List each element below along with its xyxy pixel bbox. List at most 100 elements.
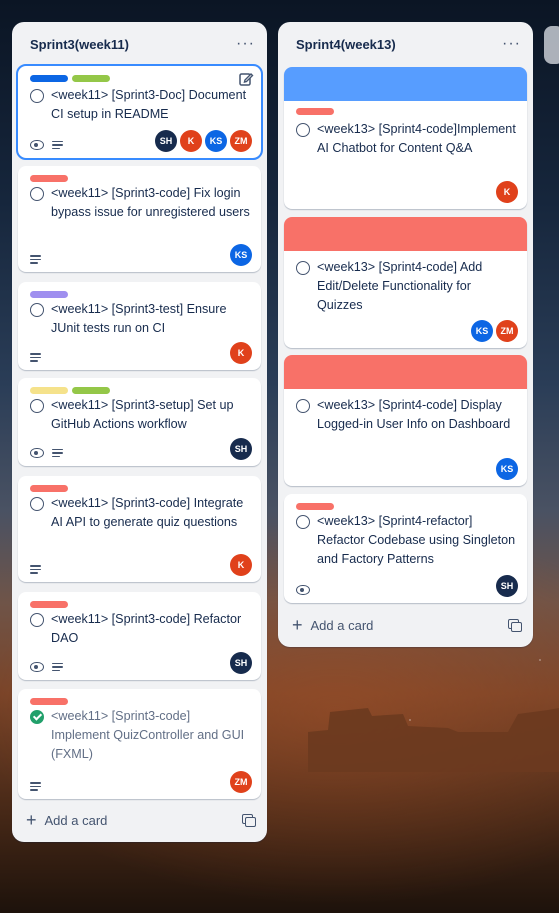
avatar[interactable]: SH [230,438,252,460]
complete-checkbox[interactable] [30,613,44,627]
label-green[interactable] [72,75,110,82]
card-title: <week13> [Sprint4-code] Display Logged-i… [317,398,511,431]
card-badges [30,662,63,672]
card-labels [296,108,334,115]
card-title: <week13> [Sprint4-refactor] Refactor Cod… [317,514,516,566]
card-labels [30,698,68,705]
label-red[interactable] [30,175,68,182]
card-members: SH [230,438,252,460]
complete-checkbox[interactable] [296,123,310,137]
watch-eye-icon [30,140,44,150]
add-card-left: + Add a card [292,616,373,634]
card-badges [30,353,41,362]
card-members: KS ZM [471,320,518,342]
label-purple[interactable] [30,291,68,298]
card-title-row: <week11> [Sprint3-code] Fix login bypass… [30,184,251,222]
card-integrate-ai-api[interactable]: <week11> [Sprint3-code] Integrate AI API… [18,476,261,582]
list-sprint3: Sprint3(week11) ··· <week11> [Sprint3-Do… [12,22,267,842]
card-members: KS [230,244,252,266]
label-red[interactable] [296,503,334,510]
watch-eye-icon [296,585,310,595]
card-badges [296,585,310,595]
label-red[interactable] [30,485,68,492]
avatar[interactable]: KS [496,458,518,480]
card-doc-ci-readme[interactable]: <week11> [Sprint3-Doc] Document CI setup… [16,64,263,160]
edit-pencil-icon[interactable] [238,71,254,87]
card-badges [30,782,41,791]
add-card-left: + Add a card [26,811,107,829]
complete-checkbox[interactable] [30,187,44,201]
card-labels [30,75,110,82]
avatar[interactable]: K [496,181,518,203]
card-title: <week11> [Sprint3-setup] Set up GitHub A… [51,398,234,431]
complete-checkbox[interactable] [30,399,44,413]
watch-eye-icon [30,448,44,458]
card-ai-chatbot[interactable]: <week13> [Sprint4-code]Implement AI Chat… [284,67,527,209]
avatar[interactable]: K [230,342,252,364]
card-title: <week13> [Sprint4-code] Add Edit/Delete … [317,260,483,312]
description-icon [30,782,41,791]
ellipsis-icon[interactable]: ··· [502,35,521,53]
ellipsis-icon[interactable]: ··· [236,35,255,53]
list-title[interactable]: Sprint4(week13) [296,37,396,52]
plus-icon: + [26,810,37,830]
card-members: KS [496,458,518,480]
completed-checkmark-icon[interactable] [30,710,44,724]
complete-checkbox[interactable] [30,497,44,511]
complete-checkbox[interactable] [296,399,310,413]
card-cover [284,355,527,389]
complete-checkbox[interactable] [30,89,44,103]
card-title-row: <week13> [Sprint4-code]Implement AI Chat… [296,120,517,158]
card-members: SH [230,652,252,674]
list-title[interactable]: Sprint3(week11) [30,37,129,52]
avatar[interactable]: SH [496,575,518,597]
avatar[interactable]: ZM [230,771,252,793]
watch-eye-icon [30,662,44,672]
card-display-user-info[interactable]: <week13> [Sprint4-code] Display Logged-i… [284,355,527,486]
list-header: Sprint4(week13) ··· [278,22,533,66]
card-title: <week11> [Sprint3-code] Integrate AI API… [51,496,244,529]
label-green[interactable] [72,387,110,394]
card-members: K [496,181,518,203]
card-title-row: <week11> [Sprint3-code] Implement QuizCo… [30,707,251,764]
avatar[interactable]: KS [471,320,493,342]
add-card-button[interactable]: + Add a card [292,611,522,639]
card-quiz-controller[interactable]: <week11> [Sprint3-code] Implement QuizCo… [18,689,261,799]
label-red[interactable] [30,698,68,705]
label-red[interactable] [30,601,68,608]
create-from-template-icon[interactable] [508,619,522,632]
card-junit-ci[interactable]: <week11> [Sprint3-test] Ensure JUnit tes… [18,282,261,370]
complete-checkbox[interactable] [296,515,310,529]
complete-checkbox[interactable] [296,261,310,275]
avatar[interactable]: K [230,554,252,576]
card-refactor-patterns[interactable]: <week13> [Sprint4-refactor] Refactor Cod… [284,494,527,603]
label-blue[interactable] [30,75,68,82]
avatar[interactable]: ZM [230,130,252,152]
card-title-row: <week11> [Sprint3-test] Ensure JUnit tes… [30,300,251,338]
card-badges [30,565,41,574]
avatar[interactable]: KS [230,244,252,266]
card-title: <week11> [Sprint3-test] Ensure JUnit tes… [51,302,227,335]
description-icon [52,140,63,150]
label-yellow[interactable] [30,387,68,394]
side-panel-tab[interactable] [544,26,559,64]
create-from-template-icon[interactable] [242,814,256,827]
card-edit-delete-quizzes[interactable]: <week13> [Sprint4-code] Add Edit/Delete … [284,217,527,348]
card-cover [284,217,527,251]
avatar[interactable]: K [180,130,202,152]
avatar[interactable]: ZM [496,320,518,342]
card-refactor-dao[interactable]: <week11> [Sprint3-code] Refactor DAO SH [18,592,261,680]
card-title-row: <week13> [Sprint4-code] Add Edit/Delete … [296,258,517,315]
card-github-actions[interactable]: <week11> [Sprint3-setup] Set up GitHub A… [18,378,261,466]
avatar[interactable]: KS [205,130,227,152]
card-title-row: <week11> [Sprint3-code] Integrate AI API… [30,494,251,532]
avatar[interactable]: SH [155,130,177,152]
avatar[interactable]: SH [230,652,252,674]
card-fix-login-bypass[interactable]: <week11> [Sprint3-code] Fix login bypass… [18,166,261,272]
add-card-button[interactable]: + Add a card [26,806,256,834]
card-labels [30,601,68,608]
complete-checkbox[interactable] [30,303,44,317]
label-red[interactable] [296,108,334,115]
add-card-label: Add a card [44,812,108,828]
card-members: ZM [230,771,252,793]
